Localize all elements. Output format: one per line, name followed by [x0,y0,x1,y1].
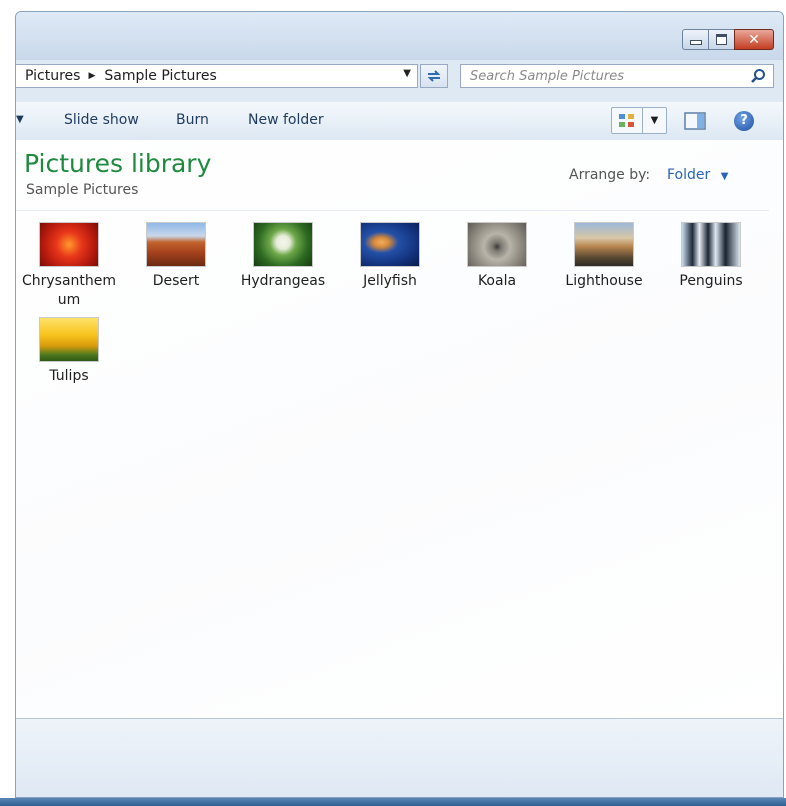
explorer-window: ✕ Pictures ▶ Sample Pictures ▼ ▼ Slide s… [15,11,784,798]
library-title: Pictures library [24,149,212,178]
tulips-thumbnail [39,317,99,362]
close-button[interactable]: ✕ [734,29,774,50]
search-box[interactable] [460,64,774,88]
breadcrumb-pictures[interactable]: Pictures [16,68,80,84]
desert-thumbnail [146,222,206,267]
arrange-by-dropdown[interactable]: Folder ▼ [667,167,728,183]
file-item-desert[interactable]: Desert [128,222,224,291]
file-name: Hydrangeas [240,273,326,289]
divider [16,210,769,211]
view-icon[interactable] [612,108,643,133]
title-bar[interactable]: ✕ [16,12,783,60]
slide-show-button[interactable]: Slide show [64,112,139,128]
refresh-button[interactable] [420,64,448,88]
arrange-by-value[interactable]: Folder [667,167,710,183]
file-name: Koala [477,273,517,289]
file-name: Jellyfish [363,273,417,289]
file-name: Chrysanthemum [21,273,117,308]
file-item-hydrangeas[interactable]: Hydrangeas [235,222,331,291]
address-bar[interactable]: Pictures ▶ Sample Pictures ▼ [16,64,418,88]
maximize-icon [716,34,727,45]
preview-pane-icon[interactable] [684,111,706,131]
file-item-koala[interactable]: Koala [449,222,545,291]
minimize-icon [689,40,702,45]
change-view-button[interactable]: ▼ [611,107,667,134]
file-item-tulips[interactable]: Tulips [21,317,117,386]
lighthouse-thumbnail [574,222,634,267]
view-dropdown-icon[interactable]: ▼ [643,108,666,133]
organize-dropdown-icon[interactable]: ▼ [16,114,24,125]
breadcrumb-separator-icon[interactable]: ▶ [80,71,95,81]
library-subtitle: Sample Pictures [26,182,139,198]
file-item-jellyfish[interactable]: Jellyfish [342,222,438,291]
help-icon[interactable]: ? [734,111,754,131]
minimize-button[interactable] [682,29,708,50]
details-pane [16,718,783,797]
maximize-button[interactable] [708,29,734,50]
koala-thumbnail [467,222,527,267]
chrysanthemum-thumbnail [39,222,99,267]
file-name: Penguins [679,273,743,289]
hydrangeas-thumbnail [253,222,313,267]
taskbar-edge [0,798,786,806]
burn-button[interactable]: Burn [176,112,209,128]
file-item-lighthouse[interactable]: Lighthouse [556,222,652,291]
new-folder-button[interactable]: New folder [248,112,324,128]
search-input[interactable] [461,67,742,85]
file-item-chrysanthemum[interactable]: Chrysanthemum [21,222,117,310]
jellyfish-thumbnail [360,222,420,267]
refresh-icon [427,70,441,82]
close-icon: ✕ [748,31,760,48]
command-bar: ▼ Slide show Burn New folder ▼ ? [16,102,783,141]
address-row: Pictures ▶ Sample Pictures ▼ [16,60,783,102]
file-name: Tulips [49,368,89,384]
file-name: Desert [152,273,200,289]
file-item-penguins[interactable]: Penguins [663,222,759,291]
breadcrumb-sample-pictures[interactable]: Sample Pictures [95,68,216,84]
address-dropdown-icon[interactable]: ▼ [403,68,411,79]
file-name: Lighthouse [565,273,643,289]
caption-buttons: ✕ [682,29,774,50]
file-list-pane[interactable]: Pictures library Sample Pictures Arrange… [16,140,783,718]
penguins-thumbnail [681,222,741,267]
arrange-by-label: Arrange by: [569,167,651,183]
chevron-down-icon[interactable]: ▼ [721,171,729,182]
search-icon[interactable] [750,68,766,84]
